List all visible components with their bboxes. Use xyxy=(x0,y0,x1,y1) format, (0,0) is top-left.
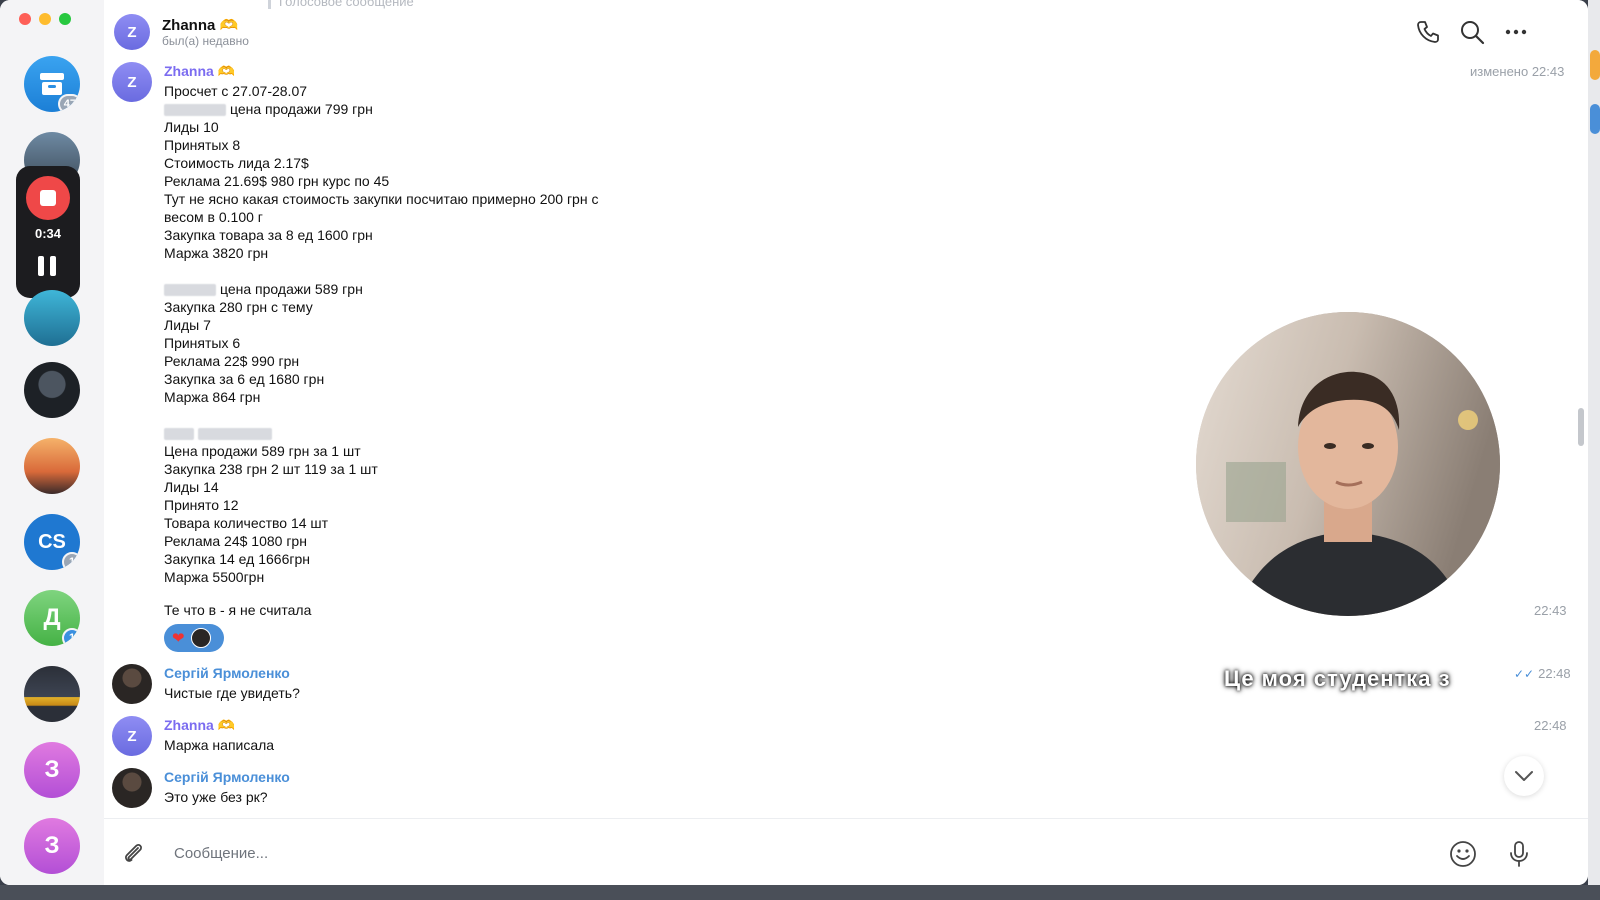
pause-icon xyxy=(38,256,44,276)
contact-name[interactable]: Zhanna 🫶 xyxy=(162,16,238,34)
message-avatar[interactable] xyxy=(112,768,152,808)
message-line: Принято 12 xyxy=(164,497,239,513)
message-author[interactable]: Zhanna 🫶 xyxy=(164,63,235,80)
message-author[interactable]: Zhanna 🫶 xyxy=(164,717,235,734)
chat-avatar-person[interactable] xyxy=(24,362,80,418)
emoji-icon[interactable] xyxy=(1448,839,1478,869)
message-author[interactable]: Сергій Ярмоленко xyxy=(164,769,290,785)
chat-avatar-car[interactable] xyxy=(24,666,80,722)
message-line: Закупка 238 грн 2 шт 119 за 1 шт xyxy=(164,461,378,477)
cs-news-logo: CS xyxy=(38,530,66,553)
archive-icon xyxy=(40,73,64,95)
message-line: Товара количество 14 шт xyxy=(164,515,329,531)
message-line: Маржа 864 грн xyxy=(164,389,261,405)
blurred-product-name xyxy=(198,428,272,441)
faded-reply-preview: Голосовое сообщение xyxy=(268,0,414,9)
unread-badge: 47 xyxy=(57,94,80,112)
message-line: Стоимость лида 2.17$ xyxy=(164,155,309,171)
chat-avatar-d[interactable]: Д 1 xyxy=(24,590,80,646)
message-line: Цена продажи 589 грн за 1 шт xyxy=(164,443,361,459)
microphone-icon[interactable] xyxy=(1504,839,1534,869)
scroll-to-bottom-button[interactable] xyxy=(1504,756,1544,796)
message-line: Принятых 6 xyxy=(164,335,241,351)
message-line: Реклама 22$ 990 грн xyxy=(164,353,300,369)
message-line: Те что в - я не считала xyxy=(164,602,312,618)
unread-badge: 1 xyxy=(62,628,80,646)
stop-icon xyxy=(40,190,56,206)
message-avatar[interactable]: Z xyxy=(112,716,152,756)
heart-reaction: ❤ xyxy=(172,629,185,647)
more-options-icon[interactable] xyxy=(1502,18,1530,46)
message-time: 22:48 xyxy=(1534,718,1567,733)
reactor-avatar xyxy=(190,628,211,648)
contact-status: был(а) недавно xyxy=(162,34,249,48)
contact-avatar[interactable]: Z xyxy=(114,14,150,50)
message-line: Принятых 8 xyxy=(164,137,241,153)
message-line: Лиды 14 xyxy=(164,479,219,495)
unread-badge: 1 xyxy=(62,552,80,570)
message-line xyxy=(164,425,276,441)
avatar-letter: З xyxy=(44,832,60,859)
message-line: Закупка товара за 8 ед 1600 грн xyxy=(164,227,373,243)
message-scrollbar[interactable] xyxy=(1578,408,1584,446)
chat-header: Голосовое сообщение Z Zhanna 🫶 был(а) не… xyxy=(104,0,1588,62)
message-line: цена продажи 799 грн xyxy=(164,101,373,117)
message-line: весом в 0.100 г xyxy=(164,209,263,225)
phone-icon[interactable] xyxy=(1414,18,1442,46)
message-line: Закупка за 6 ед 1680 грн xyxy=(164,371,325,387)
chat-avatar-z2[interactable]: З xyxy=(24,818,80,874)
read-checks-icon: ✓✓ xyxy=(1514,667,1535,681)
message-line: Маржа 3820 грн xyxy=(164,245,269,261)
pause-recording-button[interactable] xyxy=(38,256,58,276)
chat-avatar-pool[interactable] xyxy=(24,290,80,346)
message-line: Реклама 21.69$ 980 грн курс по 45 xyxy=(164,173,390,189)
message-line: Лиды 10 xyxy=(164,119,219,135)
presenter-video-frame xyxy=(1196,312,1500,616)
message-line: Маржа 5500грн xyxy=(164,569,265,585)
avatar-letter: З xyxy=(44,756,60,783)
message-text: Это уже без рк? xyxy=(164,789,268,805)
video-note[interactable] xyxy=(1196,312,1500,616)
message-time: ✓✓ 22:48 xyxy=(1514,666,1571,681)
chat-avatar-sunset[interactable] xyxy=(24,438,80,494)
message-line: цена продажи 589 грн xyxy=(164,281,363,297)
chat-avatar-cs-news[interactable]: CS 1 xyxy=(24,514,80,570)
blurred-product-name xyxy=(164,428,194,441)
chat-archive[interactable]: 47 xyxy=(24,56,80,112)
close-window-button[interactable] xyxy=(19,13,31,25)
search-icon[interactable] xyxy=(1458,18,1486,46)
telegram-window: 47 0:34 CS 1 Д 1 З З Голосовое сообщение… xyxy=(0,0,1588,885)
minimize-window-button[interactable] xyxy=(39,13,51,25)
message-avatar[interactable] xyxy=(112,664,152,704)
message-composer xyxy=(104,818,1588,885)
blurred-product-name xyxy=(164,284,216,297)
message-time: 22:43 xyxy=(1534,603,1567,618)
recording-timer: 0:34 xyxy=(34,226,62,241)
message-edited-time: изменено 22:43 xyxy=(1470,64,1565,79)
desktop-strip xyxy=(0,885,1600,900)
message-author[interactable]: Сергій Ярмоленко xyxy=(164,665,290,681)
message-text: Маржа написала xyxy=(164,737,275,753)
avatar-letter: Д xyxy=(43,604,61,631)
video-subtitle: Це моя студентка з xyxy=(1224,666,1451,691)
message-line: Лиды 7 xyxy=(164,317,211,333)
chat-sidebar: 47 0:34 CS 1 Д 1 З З xyxy=(0,0,104,885)
message-text: Чистые где увидеть? xyxy=(164,685,300,701)
message-avatar[interactable]: Z xyxy=(112,62,152,102)
screen-recorder-panel: 0:34 xyxy=(16,166,80,298)
chat-avatar-z1[interactable]: З xyxy=(24,742,80,798)
background-window-edge xyxy=(1588,0,1600,900)
stop-recording-button[interactable] xyxy=(26,176,70,220)
zoom-window-button[interactable] xyxy=(59,13,71,25)
message-line: Просчет с 27.07-28.07 xyxy=(164,83,308,99)
message-input[interactable] xyxy=(174,839,1374,867)
message-line: Закупка 280 грн с тему xyxy=(164,299,313,315)
message-line: Закупка 14 ед 1666грн xyxy=(164,551,310,567)
blurred-product-name xyxy=(164,104,226,117)
message-line: Реклама 24$ 1080 грн xyxy=(164,533,307,549)
message-line: Тут не ясно какая стоимость закупки посч… xyxy=(164,191,599,207)
message-reactions[interactable]: ❤ xyxy=(164,624,224,652)
chevron-down-icon xyxy=(1515,771,1533,781)
attach-icon[interactable] xyxy=(118,839,148,869)
